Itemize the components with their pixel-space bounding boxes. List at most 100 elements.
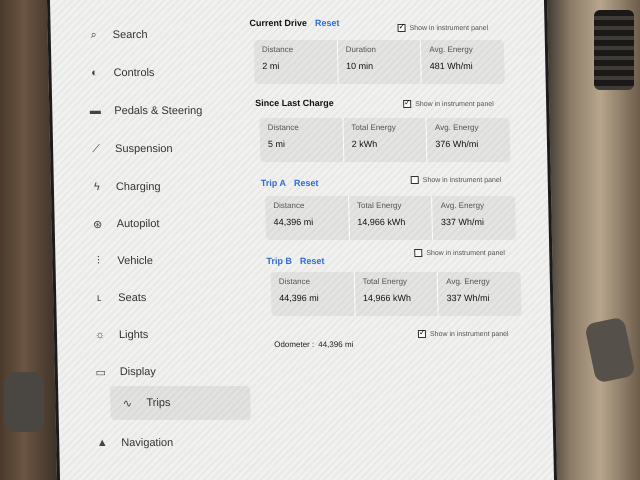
- toggle-label: Show in instrument panel: [429, 330, 509, 338]
- trip-a-show-toggle[interactable]: Show in instrument panel: [410, 176, 502, 184]
- toggle-label: Show in instrument panel: [426, 249, 505, 257]
- sidebar-item-label: Lights: [118, 329, 149, 341]
- sidebar-item-charging[interactable]: ϟ Charging: [90, 170, 241, 204]
- sidebar-item-suspension[interactable]: ⟋ Suspension: [89, 132, 240, 166]
- stat-label: Distance: [278, 277, 311, 286]
- stat-value: 14,966 kWh: [357, 217, 406, 227]
- car-icon: ▬: [89, 105, 101, 117]
- current-drive-stats: Distance 2 mi Duration 10 min Avg. Energ…: [253, 40, 505, 84]
- stat-label: Distance: [267, 123, 299, 132]
- stat-distance: Distance 5 mi: [259, 118, 345, 162]
- checkbox[interactable]: [414, 249, 423, 257]
- stat-value: 2 mi: [262, 61, 280, 71]
- sidebar-item-vehicle[interactable]: ⫶ Vehicle: [91, 244, 242, 278]
- stat-label: Avg. Energy: [429, 45, 473, 54]
- search-icon: ⌕: [90, 28, 97, 41]
- sidebar-item-pedals-steering[interactable]: ▬ Pedals & Steering: [88, 94, 239, 128]
- checkbox[interactable]: [417, 330, 427, 338]
- touchscreen: ⌕ Search ◐ Controls ▬ Pedals & Steering …: [46, 0, 558, 480]
- toggle-label: Show in instrument panel: [409, 24, 489, 32]
- sun-icon: ☼: [94, 329, 106, 341]
- suspension-icon: ⟋: [92, 142, 101, 155]
- checkbox[interactable]: [397, 24, 406, 32]
- stat-label: Avg. Energy: [446, 277, 490, 286]
- stat-label: Total Energy: [351, 123, 396, 132]
- steering-wheel-icon: ⊛: [92, 218, 103, 231]
- checkbox[interactable]: [410, 176, 419, 184]
- stat-value: 5 mi: [267, 139, 286, 149]
- stat-label: Total Energy: [362, 277, 408, 286]
- sidebar-item-controls[interactable]: ◐ Controls: [87, 56, 238, 90]
- since-last-charge-show-toggle[interactable]: Show in instrument panel: [403, 100, 494, 108]
- sidebar-item-label: Vehicle: [117, 255, 154, 267]
- trips-panel: Current Drive Reset Show in instrument p…: [245, 0, 555, 480]
- toggle-label: Show in instrument panel: [415, 100, 494, 108]
- sidebar-item-label: Trips: [146, 397, 171, 409]
- sidebar-item-label: Pedals & Steering: [114, 105, 203, 117]
- left-trim-button: [4, 372, 44, 432]
- odometer: Odometer : 44,396 mi: [274, 340, 353, 349]
- display-icon: ▭: [95, 366, 107, 379]
- stat-value: 44,396 mi: [279, 293, 319, 303]
- trip-b-header: Trip B Reset: [266, 256, 324, 266]
- trip-b-show-toggle[interactable]: Show in instrument panel: [414, 249, 505, 257]
- air-vent: [594, 10, 634, 90]
- stat-value: 337 Wh/mi: [446, 293, 490, 303]
- sidebar-item-label: Navigation: [121, 437, 174, 449]
- sidebar-item-label: Search: [112, 29, 148, 41]
- stat-distance: Distance 44,396 mi: [270, 272, 356, 316]
- stat-value: 2 kWh: [351, 139, 378, 149]
- controls-icon: ◐: [91, 67, 98, 79]
- odometer-value: 44,396 mi: [318, 340, 354, 349]
- stat-avg-energy: Avg. Energy 376 Wh/mi: [427, 118, 511, 162]
- stat-avg-energy: Avg. Energy 481 Wh/mi: [421, 40, 505, 84]
- sidebar-item-autopilot[interactable]: ⊛ Autopilot: [90, 207, 241, 241]
- sidebar-item-display[interactable]: ▭ Display: [93, 355, 244, 389]
- stat-avg-energy: Avg. Energy 337 Wh/mi: [432, 196, 516, 240]
- sidebar-item-label: Seats: [118, 292, 147, 304]
- odometer-show-toggle[interactable]: Show in instrument panel: [417, 330, 509, 338]
- stat-label: Distance: [273, 201, 305, 210]
- sidebar-item-search[interactable]: ⌕ Search: [86, 18, 237, 52]
- stat-avg-energy: Avg. Energy 337 Wh/mi: [438, 272, 522, 316]
- trip-a-header: Trip A Reset: [261, 178, 319, 188]
- trip-b-reset-button[interactable]: Reset: [300, 256, 325, 266]
- current-drive-show-toggle[interactable]: Show in instrument panel: [397, 24, 488, 32]
- stat-total-energy: Total Energy 14,966 kWh: [354, 272, 439, 316]
- checkbox[interactable]: [403, 100, 412, 108]
- stat-value: 337 Wh/mi: [440, 217, 485, 227]
- navigation-icon: ▲: [96, 437, 108, 449]
- stat-duration: Duration 10 min: [337, 40, 423, 84]
- sidebar-item-lights[interactable]: ☼ Lights: [93, 318, 244, 352]
- trip-b-stats: Distance 44,396 mi Total Energy 14,966 k…: [270, 272, 522, 316]
- sidebar-item-seats[interactable]: ʟ Seats: [92, 281, 243, 315]
- lightning-icon: ϟ: [93, 181, 100, 193]
- settings-sidebar: ⌕ Search ◐ Controls ▬ Pedals & Steering …: [50, 0, 255, 480]
- sidebar-item-trips[interactable]: ∿ Trips: [110, 386, 251, 420]
- section-title: Current Drive: [249, 18, 308, 28]
- since-last-charge-header: Since Last Charge: [255, 98, 334, 108]
- odometer-label: Odometer :: [274, 340, 315, 349]
- stat-label: Avg. Energy: [434, 123, 479, 132]
- sidebar-item-label: Controls: [113, 67, 155, 79]
- section-title: Trip A: [260, 178, 287, 188]
- seat-icon: ʟ: [96, 292, 102, 304]
- current-drive-header: Current Drive Reset: [249, 18, 339, 28]
- current-drive-reset-button[interactable]: Reset: [315, 18, 340, 28]
- stat-total-energy: Total Energy 2 kWh: [343, 118, 428, 162]
- trip-a-reset-button[interactable]: Reset: [294, 178, 319, 188]
- trips-icon: ∿: [122, 397, 133, 410]
- stat-value: 10 min: [345, 61, 374, 71]
- sidebar-item-label: Autopilot: [116, 218, 160, 230]
- sidebar-item-label: Display: [119, 366, 156, 378]
- stat-value: 14,966 kWh: [362, 293, 412, 303]
- sidebar-item-navigation[interactable]: ▲ Navigation: [95, 426, 246, 460]
- stat-distance: Distance 44,396 mi: [265, 196, 350, 240]
- since-last-charge-stats: Distance 5 mi Total Energy 2 kWh Avg. En…: [259, 118, 511, 162]
- stat-total-energy: Total Energy 14,966 kWh: [348, 196, 434, 240]
- stat-value: 44,396 mi: [273, 217, 314, 227]
- stat-label: Total Energy: [356, 201, 402, 210]
- stat-label: Avg. Energy: [440, 201, 485, 210]
- sidebar-item-label: Charging: [115, 181, 161, 193]
- toggle-label: Show in instrument panel: [422, 176, 502, 184]
